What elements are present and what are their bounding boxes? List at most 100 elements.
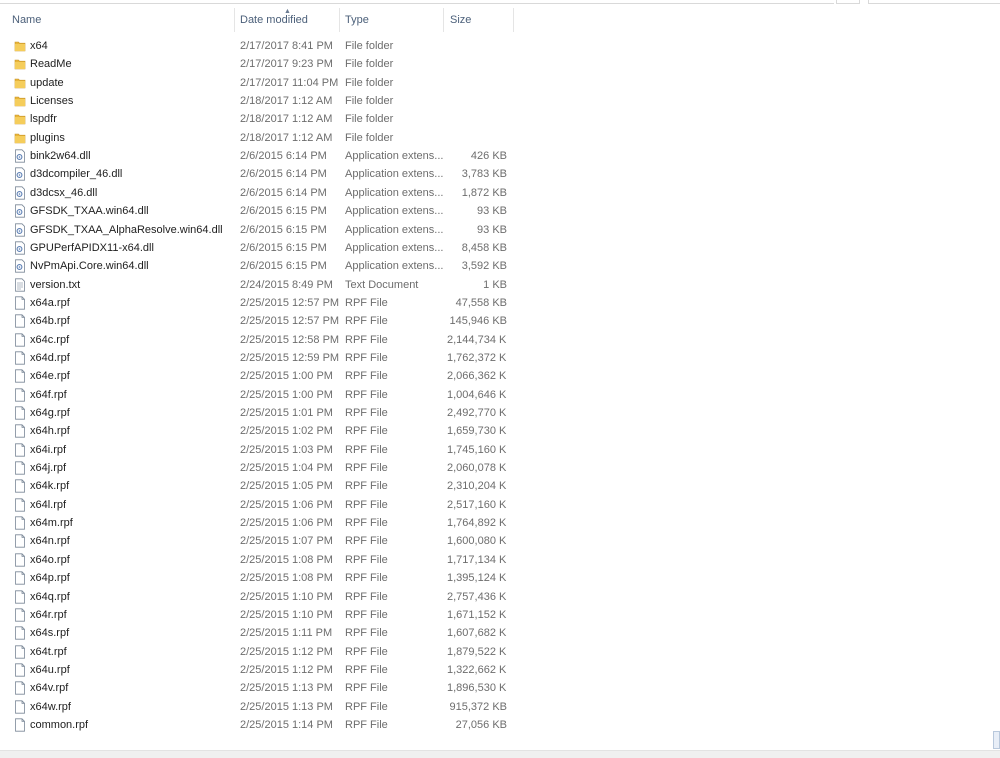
top-toolbar-edge — [0, 0, 1000, 4]
column-header-type-label: Type — [345, 14, 369, 26]
file-type: RPF File — [345, 718, 388, 731]
file-row[interactable]: NvPmApi.Core.win64.dll 2/6/2015 6:15 PM Ap… — [0, 257, 520, 275]
file-date-modified: 2/6/2015 6:15 PM — [240, 205, 327, 218]
file-size: 2,517,160 KB — [447, 498, 507, 511]
file-row[interactable]: x64l.rpf 2/25/2015 1:06 PM RPF File 2,517,1… — [0, 496, 520, 514]
file-row[interactable]: Licenses 2/18/2017 1:12 AM File folder — [0, 92, 520, 110]
file-date-modified: 2/18/2017 1:12 AM — [240, 131, 333, 144]
file-type: File folder — [345, 40, 394, 52]
file-type: File folder — [345, 95, 394, 108]
file-date-modified: 2/17/2017 8:41 PM — [240, 40, 333, 52]
search-box-edge[interactable] — [868, 0, 1000, 4]
file-type: RPF File — [345, 535, 388, 548]
file-size: 1,745,160 KB — [447, 443, 507, 456]
file-row[interactable]: x64n.rpf 2/25/2015 1:07 PM RPF File 1,600,0… — [0, 532, 520, 550]
file-row[interactable]: bink2w64.dll 2/6/2015 6:14 PM Application … — [0, 147, 520, 165]
file-size: 1,600,080 KB — [447, 535, 507, 548]
view-toggle-button[interactable] — [993, 731, 1000, 749]
file-name: GPUPerfAPIDX11-x64.dll — [30, 241, 154, 254]
file-row[interactable]: x64s.rpf 2/25/2015 1:11 PM RPF File 1,607,6… — [0, 624, 520, 642]
file-name: GFSDK_TXAA_AlphaResolve.win64.dll — [30, 223, 223, 236]
file-row[interactable]: x64k.rpf 2/25/2015 1:05 PM RPF File 2,310,2… — [0, 477, 520, 495]
file-row[interactable]: x64m.rpf 2/25/2015 1:06 PM RPF File 1,764,8… — [0, 514, 520, 532]
file-row[interactable]: x64j.rpf 2/25/2015 1:04 PM RPF File 2,060,0… — [0, 459, 520, 477]
file-type: File folder — [345, 58, 394, 71]
file-date-modified: 2/6/2015 6:14 PM — [240, 168, 327, 181]
file-type: Application extens... — [345, 205, 444, 218]
file-type: RPF File — [345, 608, 388, 621]
file-row[interactable]: x64h.rpf 2/25/2015 1:02 PM RPF File 1,659,7… — [0, 422, 520, 440]
file-row[interactable]: lspdfr 2/18/2017 1:12 AM File folder — [0, 110, 520, 128]
file-row[interactable]: x64e.rpf 2/25/2015 1:00 PM RPF File 2,066,3… — [0, 367, 520, 385]
file-date-modified: 2/6/2015 6:14 PM — [240, 150, 327, 163]
file-row[interactable]: x64i.rpf 2/25/2015 1:03 PM RPF File 1,745,1… — [0, 441, 520, 459]
file-name: plugins — [30, 131, 65, 144]
file-date-modified: 2/25/2015 12:57 PM — [240, 296, 340, 309]
refresh-button-edge[interactable] — [836, 0, 860, 4]
file-row[interactable]: common.rpf 2/25/2015 1:14 PM RPF File 27,05… — [0, 716, 520, 734]
file-row[interactable]: x64g.rpf 2/25/2015 1:01 PM RPF File 2,492,7… — [0, 404, 520, 422]
file-row[interactable]: x64r.rpf 2/25/2015 1:10 PM RPF File 1,671,1… — [0, 606, 520, 624]
file-date-modified: 2/24/2015 8:49 PM — [240, 278, 333, 291]
file-row[interactable]: GFSDK_TXAA.win64.dll 2/6/2015 6:15 PM Appl… — [0, 202, 520, 220]
file-type: RPF File — [345, 462, 388, 475]
file-date-modified: 2/25/2015 1:13 PM — [240, 682, 333, 695]
column-header: Name Date modified ▲ Type Size — [0, 8, 1000, 32]
file-size: 1,671,152 KB — [447, 608, 507, 621]
column-header-size[interactable]: Size — [444, 8, 514, 32]
file-name: x64n.rpf — [30, 535, 70, 548]
file-row[interactable]: x64t.rpf 2/25/2015 1:12 PM RPF File 1,879,5… — [0, 643, 520, 661]
file-row[interactable]: d3dcompiler_46.dll 2/6/2015 6:14 PM Applic… — [0, 165, 520, 183]
file-row[interactable]: GFSDK_TXAA_AlphaResolve.win64.dll 2/6/201… — [0, 221, 520, 239]
file-row[interactable]: x64w.rpf 2/25/2015 1:13 PM RPF File 915,372… — [0, 698, 520, 716]
file-row[interactable]: GPUPerfAPIDX11-x64.dll 2/6/2015 6:15 PM Ap… — [0, 239, 520, 257]
file-row[interactable]: x64d.rpf 2/25/2015 12:59 PM RPF File 1,762,… — [0, 349, 520, 367]
file-date-modified: 2/25/2015 1:11 PM — [240, 627, 333, 640]
file-row[interactable]: x64q.rpf 2/25/2015 1:10 PM RPF File 2,757,4… — [0, 588, 520, 606]
file-type: RPF File — [345, 370, 388, 383]
file-type: RPF File — [345, 645, 388, 658]
file-date-modified: 2/25/2015 1:03 PM — [240, 443, 333, 456]
file-date-modified: 2/25/2015 1:02 PM — [240, 425, 333, 438]
file-type: File folder — [345, 76, 394, 89]
file-date-modified: 2/25/2015 1:10 PM — [240, 590, 333, 603]
file-date-modified: 2/6/2015 6:15 PM — [240, 223, 327, 236]
file-name: version.txt — [30, 278, 81, 291]
file-row[interactable]: plugins 2/18/2017 1:12 AM File folder — [0, 129, 520, 147]
file-date-modified: 2/25/2015 1:12 PM — [240, 645, 333, 658]
file-size: 8,458 KB — [461, 241, 507, 254]
file-type: Text Document — [345, 278, 419, 291]
file-date-modified: 2/6/2015 6:14 PM — [240, 186, 327, 199]
file-size: 93 KB — [477, 223, 507, 236]
file-row[interactable]: update 2/17/2017 11:04 PM File folder — [0, 74, 520, 92]
file-row[interactable]: version.txt 2/24/2015 8:49 PM Text Documen… — [0, 276, 520, 294]
column-header-name[interactable]: Name — [0, 8, 235, 32]
file-name: x64g.rpf — [30, 407, 70, 419]
file-date-modified: 2/25/2015 1:01 PM — [240, 407, 333, 419]
file-row[interactable]: x64f.rpf 2/25/2015 1:00 PM RPF File 1,004,6… — [0, 386, 520, 404]
file-row[interactable]: x64u.rpf 2/25/2015 1:12 PM RPF File 1,322,6… — [0, 661, 520, 679]
file-size — [447, 55, 507, 73]
file-type: RPF File — [345, 627, 388, 640]
file-name: d3dcsx_46.dll — [30, 186, 98, 199]
file-row[interactable]: x64p.rpf 2/25/2015 1:08 PM RPF File 1,395,1… — [0, 569, 520, 587]
file-row[interactable]: x64o.rpf 2/25/2015 1:08 PM RPF File 1,717,1… — [0, 551, 520, 569]
file-size: 2,492,770 KB — [447, 407, 507, 419]
file-row[interactable]: x64c.rpf 2/25/2015 12:58 PM RPF File 2,144,… — [0, 331, 520, 349]
file-type: Application extens... — [345, 241, 444, 254]
file-size: 1,872 KB — [461, 186, 507, 199]
file-size: 1,395,124 KB — [447, 572, 507, 585]
file-type: RPF File — [345, 351, 388, 364]
file-name: x64l.rpf — [30, 498, 67, 511]
file-row[interactable]: ReadMe 2/17/2017 9:23 PM File folder — [0, 55, 520, 73]
file-name: x64o.rpf — [30, 553, 70, 566]
column-header-type[interactable]: Type — [340, 8, 444, 32]
file-row[interactable]: x64a.rpf 2/25/2015 12:57 PM RPF File 47,558… — [0, 294, 520, 312]
file-type: RPF File — [345, 663, 388, 676]
file-row[interactable]: x64v.rpf 2/25/2015 1:13 PM RPF File 1,896,5… — [0, 679, 520, 697]
file-row[interactable]: x64b.rpf 2/25/2015 12:57 PM RPF File 145,94… — [0, 312, 520, 330]
file-size — [447, 129, 507, 147]
file-row[interactable]: x64 2/17/2017 8:41 PM File folder — [0, 37, 520, 55]
file-row[interactable]: d3dcsx_46.dll 2/6/2015 6:14 PM Application… — [0, 184, 520, 202]
file-date-modified: 2/6/2015 6:15 PM — [240, 260, 327, 273]
